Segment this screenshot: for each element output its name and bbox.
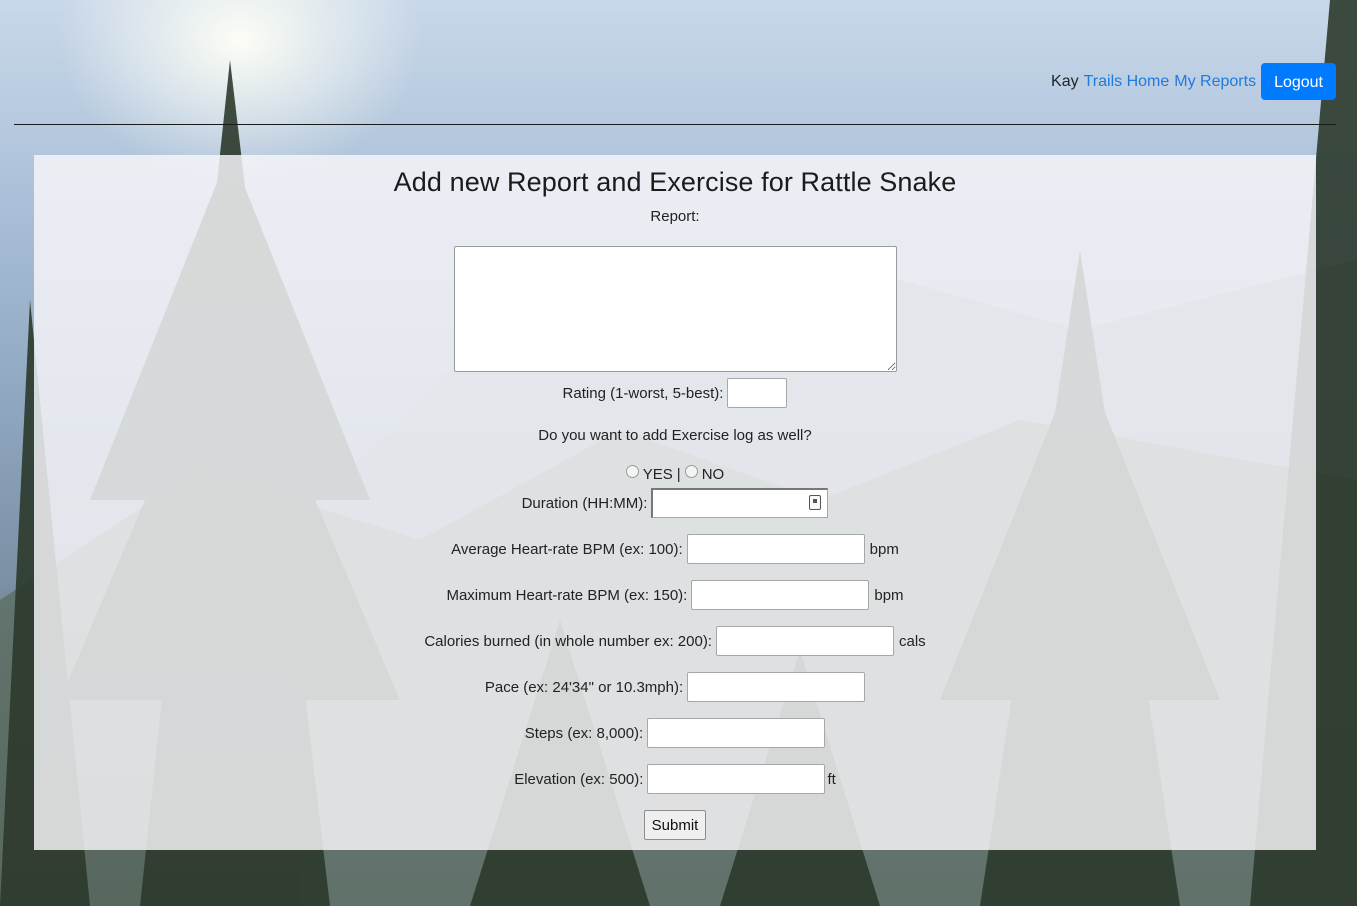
exercise-radio-row: YES | NO	[34, 465, 1316, 483]
exercise-question: Do you want to add Exercise log as well?	[538, 427, 812, 444]
time-picker-icon[interactable]	[809, 495, 822, 510]
rating-label: Rating (1-worst, 5-best):	[562, 384, 724, 402]
report-textarea-row	[34, 246, 1316, 372]
pace-input[interactable]	[687, 672, 866, 702]
steps-input[interactable]	[647, 718, 826, 748]
steps-row: Steps (ex: 8,000):	[34, 718, 1316, 748]
report-textarea[interactable]	[453, 246, 897, 372]
username-label: Kay	[1051, 72, 1079, 90]
yes-radio[interactable]	[625, 465, 639, 478]
max-heart-rate-label: Maximum Heart-rate BPM (ex: 150):	[446, 586, 688, 604]
elevation-label: Elevation (ex: 500):	[514, 770, 644, 788]
header-divider	[14, 124, 1336, 125]
duration-input[interactable]	[651, 488, 829, 518]
calories-input[interactable]	[715, 626, 894, 656]
page-title: Add new Report and Exercise for Rattle S…	[393, 167, 957, 197]
duration-label: Duration (HH:MM):	[521, 494, 648, 512]
yes-radio-label: YES	[642, 466, 673, 483]
rating-row: Rating (1-worst, 5-best):	[34, 378, 1316, 408]
duration-row: Duration (HH:MM):	[34, 488, 1316, 518]
submit-button[interactable]: Submit	[643, 810, 707, 840]
calories-unit: cals	[898, 632, 926, 650]
calories-label: Calories burned (in whole number ex: 200…	[424, 632, 712, 650]
report-form-panel: Add new Report and Exercise for Rattle S…	[34, 155, 1316, 850]
avg-heart-rate-label: Average Heart-rate BPM (ex: 100):	[451, 540, 683, 558]
elevation-row: Elevation (ex: 500): ft	[34, 764, 1316, 794]
elevation-unit: ft	[827, 770, 836, 788]
top-navigation: Kay Trails Home My Reports Logout	[1051, 63, 1336, 100]
no-radio[interactable]	[684, 465, 698, 478]
my-reports-link[interactable]: My Reports	[1174, 73, 1256, 91]
report-label-row: Report:	[34, 208, 1316, 225]
avg-heart-rate-unit: bpm	[869, 540, 899, 558]
pace-row: Pace (ex: 24'34" or 10.3mph):	[34, 672, 1316, 702]
steps-label: Steps (ex: 8,000):	[524, 724, 644, 742]
max-heart-rate-input[interactable]	[691, 580, 870, 610]
logout-button[interactable]: Logout	[1261, 63, 1336, 100]
max-heart-rate-unit: bpm	[874, 586, 904, 604]
submit-row: Submit	[34, 810, 1316, 840]
avg-heart-rate-row: Average Heart-rate BPM (ex: 100): bpm	[34, 534, 1316, 564]
trails-home-link[interactable]: Trails Home	[1084, 73, 1170, 91]
max-heart-rate-row: Maximum Heart-rate BPM (ex: 150): bpm	[34, 580, 1316, 610]
report-label: Report:	[650, 208, 700, 225]
rating-input[interactable]	[727, 378, 788, 408]
no-radio-label: NO	[701, 466, 725, 483]
radio-separator: |	[676, 466, 681, 483]
calories-row: Calories burned (in whole number ex: 200…	[34, 626, 1316, 656]
exercise-question-row: Do you want to add Exercise log as well?	[34, 427, 1316, 444]
pace-label: Pace (ex: 24'34" or 10.3mph):	[484, 678, 684, 696]
avg-heart-rate-input[interactable]	[686, 534, 865, 564]
elevation-input[interactable]	[647, 764, 826, 794]
